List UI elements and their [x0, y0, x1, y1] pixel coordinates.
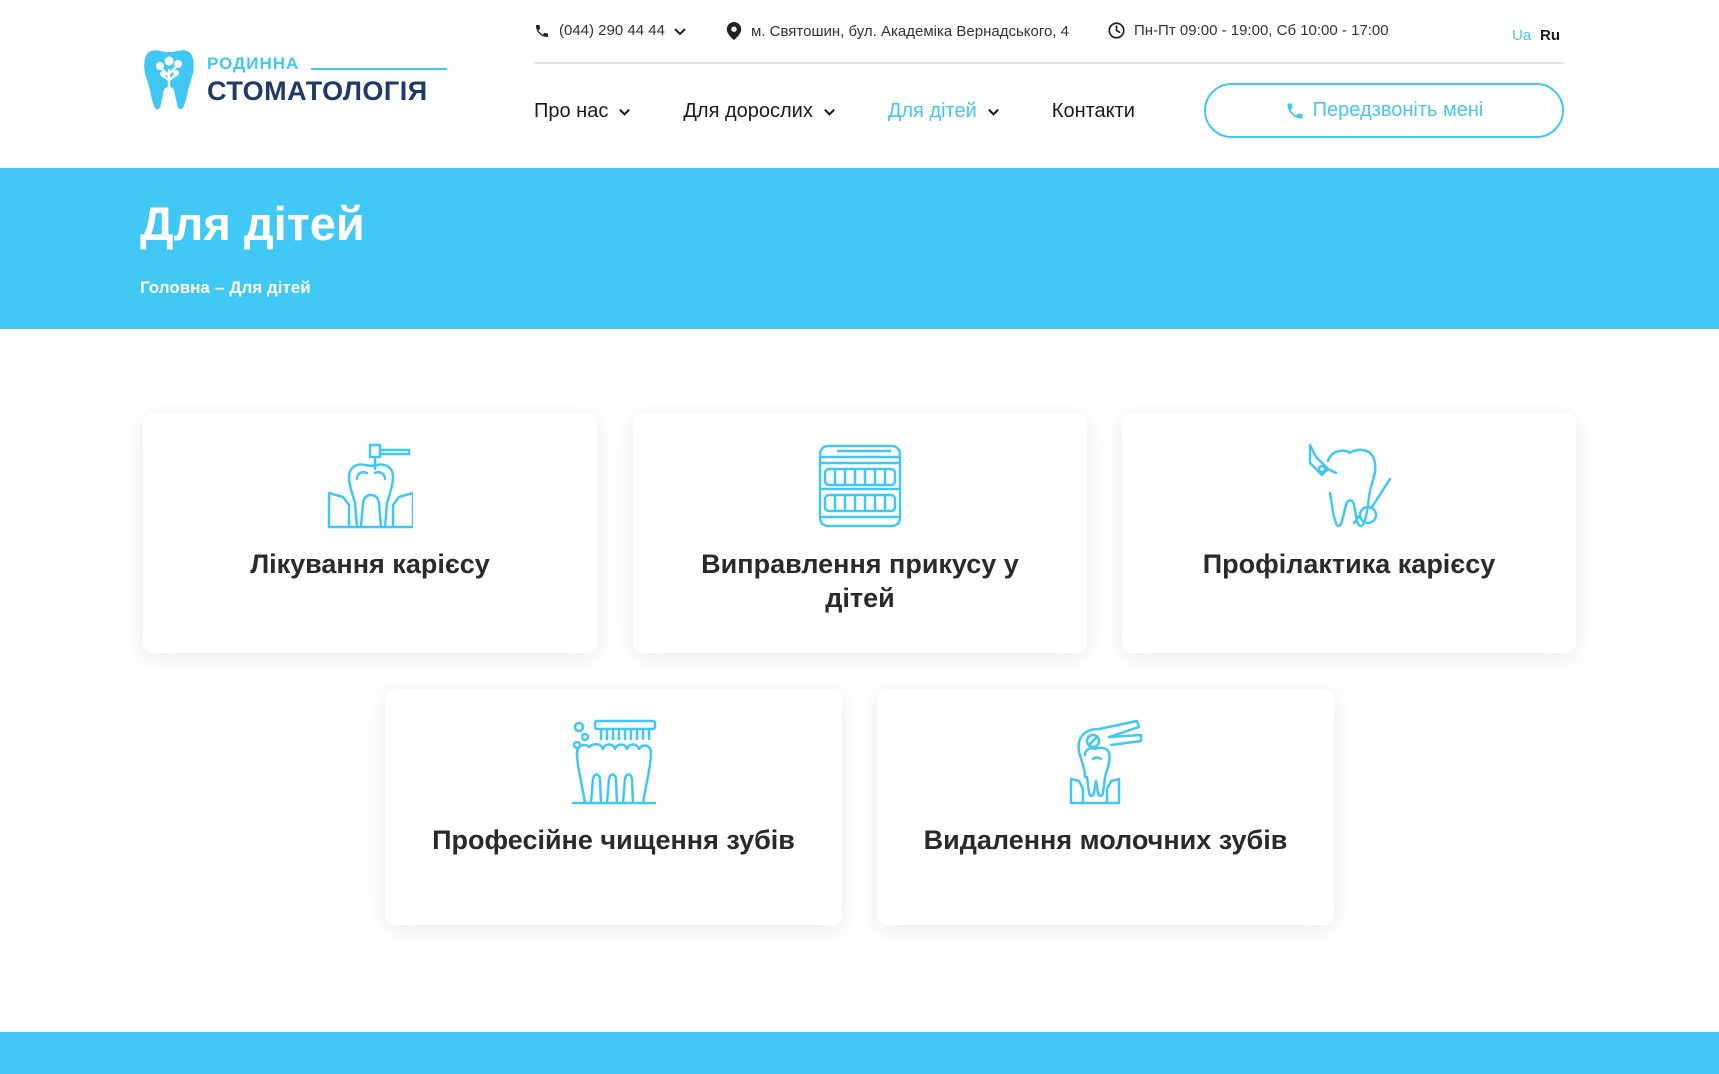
- address-text: м. Святошин, бул. Академіка Вернадського…: [751, 22, 1069, 40]
- tooth-tree-logo-icon: [144, 50, 194, 110]
- chevron-down-icon: [674, 27, 686, 35]
- page-title: Для дітей: [140, 197, 365, 250]
- phone-icon: [1287, 103, 1303, 118]
- chevron-down-icon: [987, 108, 999, 116]
- hours-text: Пн-Пт 09:00 - 19:00, Сб 10:00 - 17:00: [1134, 22, 1389, 39]
- clock-icon: [1108, 22, 1125, 39]
- breadcrumb-current: Для дітей: [229, 278, 311, 297]
- nav-item-label: Про нас: [534, 99, 609, 122]
- lang-ru-link[interactable]: Ru: [1540, 27, 1560, 44]
- nav-item-adults[interactable]: Для дорослих: [683, 100, 835, 123]
- phone-number: (044) 290 44 44: [559, 22, 665, 39]
- logo-text: РОДИННА СТОМАТОЛОГІЯ: [207, 46, 447, 112]
- site-header: РОДИННА СТОМАТОЛОГІЯ (044) 290 44 44 м. …: [0, 0, 1719, 168]
- nav-item-contacts[interactable]: Контакти: [1052, 100, 1135, 123]
- service-card-title: Виправлення прикусу у дітей: [701, 549, 1019, 613]
- breadcrumb-separator: –: [214, 278, 225, 297]
- nav-item-children[interactable]: Для дітей: [888, 100, 1000, 123]
- footer-strip: [0, 1032, 1719, 1074]
- callback-button-label: Передзвоніть мені: [1312, 99, 1484, 121]
- working-hours: Пн-Пт 09:00 - 19:00, Сб 10:00 - 17:00: [1108, 22, 1389, 39]
- braces-jaw-icon: [818, 444, 902, 528]
- chevron-down-icon: [823, 108, 835, 116]
- lang-ua-link[interactable]: Ua: [1512, 27, 1531, 44]
- service-card-milk-teeth-removal[interactable]: Видалення молочних зубів: [877, 689, 1334, 925]
- nav-item-label: Для дорослих: [683, 99, 813, 122]
- nav-item-label: Контакти: [1051, 99, 1135, 122]
- service-card-title: Професійне чищення зубів: [432, 825, 795, 855]
- tooth-drill-icon: [327, 443, 413, 529]
- address: м. Святошин, бул. Академіка Вернадського…: [726, 22, 1069, 40]
- tooth-extraction-icon: [1069, 719, 1142, 805]
- toothbrush-teeth-icon: [571, 719, 656, 805]
- service-card-bite-correction[interactable]: Виправлення прикусу у дітей: [633, 413, 1087, 653]
- logo-big-text: СТОМАТОЛОГІЯ: [207, 76, 428, 106]
- nav-item-label: Для дітей: [887, 99, 977, 122]
- contact-topbar: (044) 290 44 44 м. Святошин, бул. Академ…: [534, 18, 1564, 64]
- breadcrumb: Головна – Для дітей: [140, 278, 311, 298]
- logo-small-text: РОДИННА: [207, 54, 300, 73]
- location-pin-icon: [726, 22, 742, 40]
- tooth-mirror-icon: [1308, 443, 1392, 527]
- service-card-professional-cleaning[interactable]: Професійне чищення зубів: [385, 689, 842, 925]
- page-banner: Для дітей Головна – Для дітей: [0, 168, 1719, 329]
- phone-icon: [536, 24, 548, 37]
- logo[interactable]: РОДИННА СТОМАТОЛОГІЯ: [141, 46, 447, 112]
- phone-dropdown[interactable]: (044) 290 44 44: [534, 22, 687, 39]
- breadcrumb-home-link[interactable]: Головна: [140, 278, 210, 298]
- chevron-down-icon: [619, 108, 631, 116]
- service-card-caries-prevention[interactable]: Профілактика карієсу: [1122, 413, 1576, 653]
- service-card-title: Лікування карієсу: [250, 549, 490, 579]
- service-card-title: Профілактика карієсу: [1202, 549, 1496, 579]
- callback-button[interactable]: Передзвоніть мені: [1204, 83, 1564, 138]
- main-nav: Про нас Для дорослих Для дітей Контакти: [534, 96, 1187, 126]
- nav-item-about[interactable]: Про нас: [534, 100, 631, 123]
- service-card-title: Видалення молочних зубів: [923, 825, 1288, 855]
- service-card-caries-treatment[interactable]: Лікування карієсу: [143, 413, 597, 653]
- logo-line: [311, 68, 447, 70]
